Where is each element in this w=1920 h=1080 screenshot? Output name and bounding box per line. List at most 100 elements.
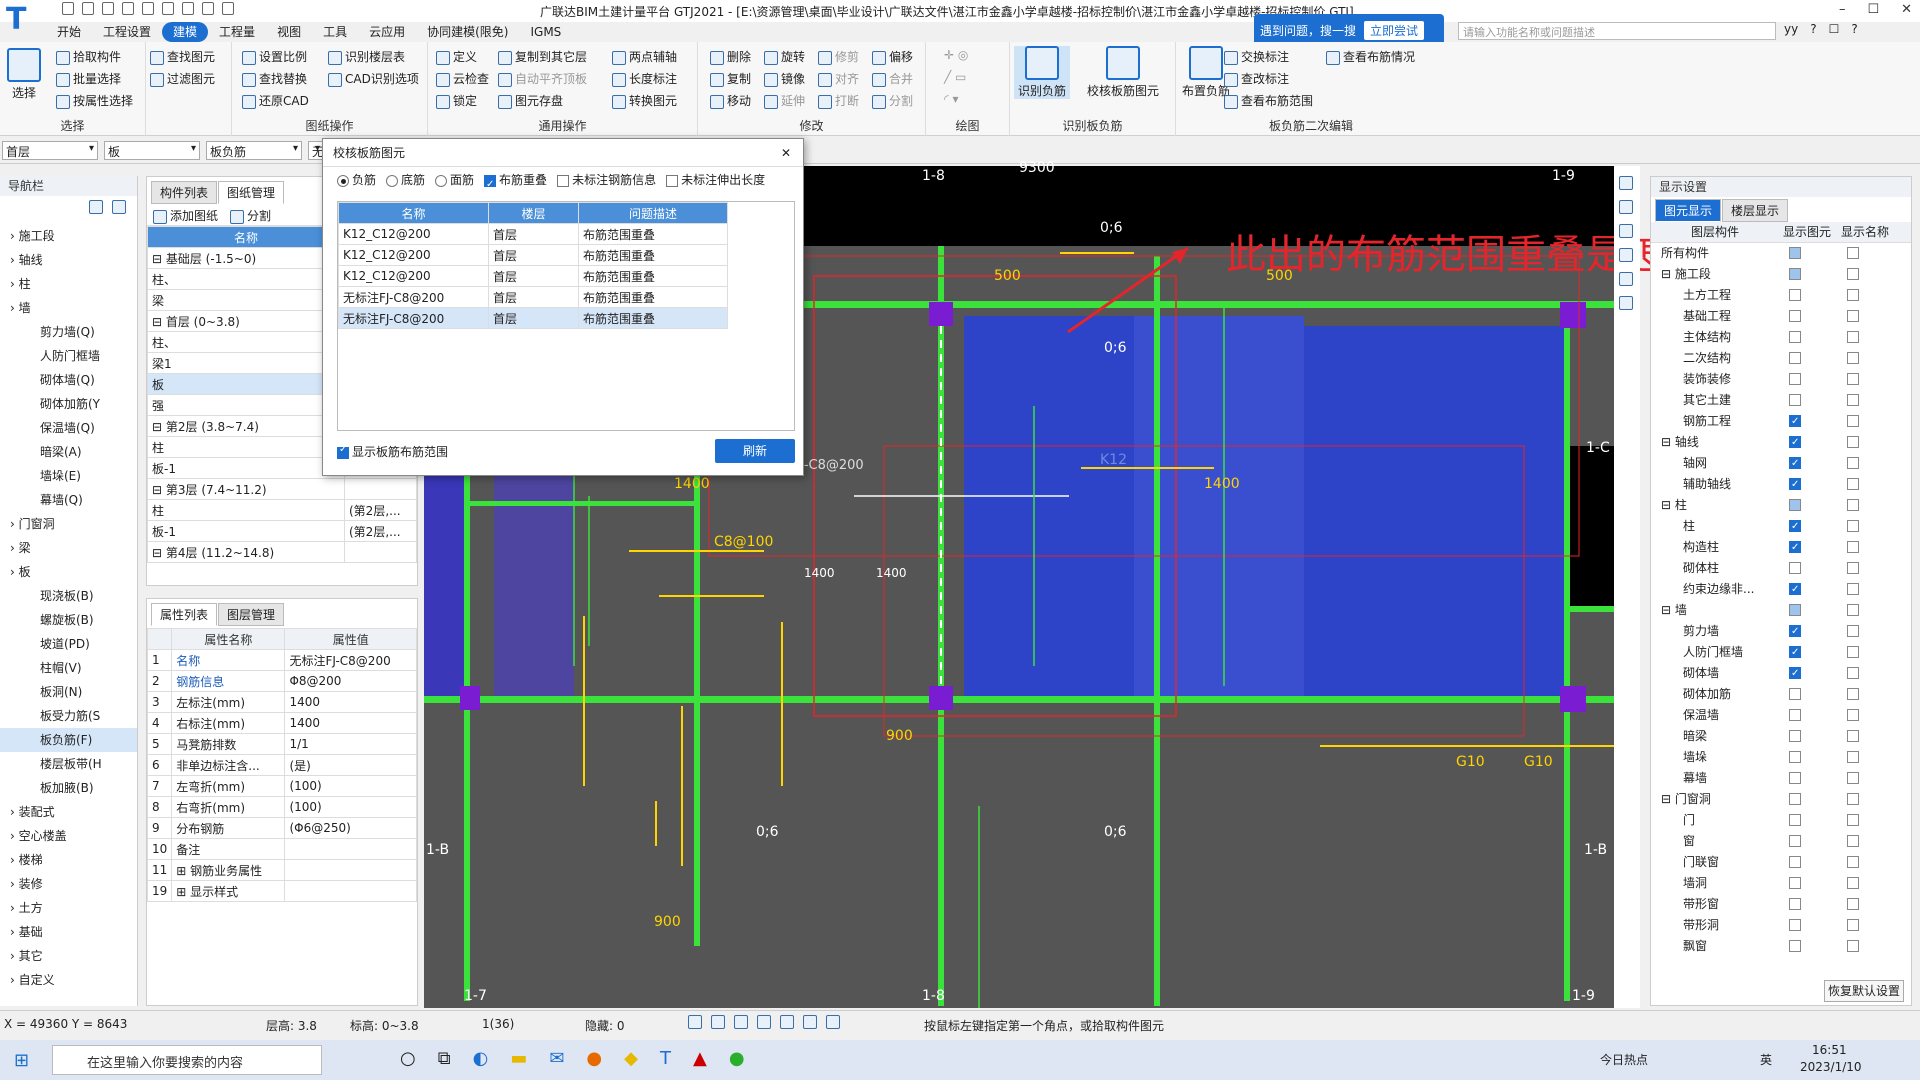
task-view-icon[interactable]: ⧉ (438, 1048, 451, 1069)
show-element-checkbox[interactable] (1789, 919, 1801, 931)
refresh-button[interactable]: 刷新 (715, 439, 795, 463)
nav-subitem[interactable]: 剪力墙(Q) (0, 320, 137, 344)
help-icon[interactable]: ? (1810, 22, 1816, 36)
show-name-checkbox[interactable] (1847, 835, 1859, 847)
property-row[interactable]: 4 右标注(mm) 1400 (146, 712, 417, 734)
tab-floor-display[interactable]: 楼层显示 (1722, 199, 1789, 222)
try-now-button[interactable]: 立即尝试 (1364, 20, 1425, 40)
show-element-checkbox[interactable] (1789, 621, 1801, 642)
display-row[interactable]: ⊟ 轴线 (1651, 432, 1911, 453)
drawing-row[interactable]: ⊟ 第3层 (7.4~11.2) (147, 478, 417, 500)
nav-category[interactable]: › 施工段 (0, 224, 137, 248)
close-button[interactable]: ✕ (1901, 2, 1912, 17)
tab-property-list[interactable]: 属性列表 (151, 603, 218, 626)
zoom-icon[interactable] (1618, 272, 1633, 286)
redo-icon[interactable] (142, 2, 154, 15)
show-element-checkbox[interactable] (1789, 499, 1801, 511)
floor-select[interactable]: 首层 (2, 141, 98, 160)
app-icon[interactable]: ◆ (624, 1048, 638, 1069)
display-row[interactable]: ⊟ 施工段 (1651, 264, 1911, 285)
swap-label-button[interactable]: 交换标注 (1224, 48, 1289, 65)
show-name-checkbox[interactable] (1847, 562, 1859, 574)
display-row[interactable]: ⊟ 门窗洞 (1651, 789, 1911, 810)
view-layout-button[interactable]: 查看布筋情况 (1326, 48, 1415, 65)
break-button[interactable]: 打断 (818, 92, 859, 109)
menu-0[interactable]: 开始 (46, 22, 92, 42)
show-element-checkbox[interactable] (1789, 394, 1801, 406)
nav-subitem[interactable]: 现浇板(B) (0, 584, 137, 608)
firefox-icon[interactable]: ● (586, 1048, 602, 1069)
display-row[interactable]: 飘窗 (1651, 936, 1911, 957)
show-element-checkbox[interactable] (1789, 310, 1801, 322)
property-row[interactable]: 11 ⊞ 钢筋业务属性 (146, 859, 417, 881)
display-row[interactable]: ⊟ 柱 (1651, 495, 1911, 516)
nav-subitem[interactable]: 板洞(N) (0, 680, 137, 704)
arc-draw-icon[interactable]: ◜ ▾ (944, 92, 958, 106)
radio-negative[interactable]: 负筋 (337, 167, 376, 193)
cross-icon[interactable] (734, 1015, 748, 1029)
user-name[interactable]: yy (1784, 22, 1798, 36)
nav-subitem[interactable]: 坡道(PD) (0, 632, 137, 656)
quick-access-toolbar[interactable] (62, 2, 234, 20)
split-drawing-button[interactable]: 分割 (230, 207, 271, 224)
tray-lang[interactable]: 英 (1760, 1051, 1772, 1068)
batch-select-button[interactable]: 批量选择 (56, 70, 121, 87)
clock-time[interactable]: 16:51 (1812, 1043, 1847, 1057)
nav-category[interactable]: › 土方 (0, 896, 137, 920)
cad-options-button[interactable]: CAD识别选项 (328, 70, 419, 87)
nav-subitem[interactable]: 墙垛(E) (0, 464, 137, 488)
show-element-checkbox[interactable] (1789, 516, 1801, 537)
settings-icon[interactable] (182, 2, 194, 15)
edit-label-button[interactable]: 查改标注 (1224, 70, 1289, 87)
select-button[interactable]: 选择 (6, 48, 42, 101)
property-row[interactable]: 5 马凳筋排数 1/1 (146, 733, 417, 755)
display-row[interactable]: 辅助轴线 (1651, 474, 1911, 495)
clock-date[interactable]: 2023/1/10 (1800, 1060, 1862, 1074)
offset-button[interactable]: 偏移 (872, 48, 913, 65)
lock-button[interactable]: 锁定 (436, 92, 477, 109)
drawing-row[interactable]: 柱 (第2层,... (147, 499, 417, 521)
nav-subitem[interactable]: 保温墙(Q) (0, 416, 137, 440)
show-element-checkbox[interactable] (1789, 814, 1801, 826)
nav-subitem[interactable]: 幕墙(Q) (0, 488, 137, 512)
nav-subitem[interactable]: 螺旋板(B) (0, 608, 137, 632)
show-element-checkbox[interactable] (1789, 331, 1801, 343)
nav-subitem[interactable]: 砌体加筋(Y (0, 392, 137, 416)
restore-default-button[interactable]: 恢复默认设置 (1824, 980, 1904, 1002)
offset-snap-icon[interactable] (780, 1015, 794, 1029)
subtype-select[interactable]: 板负筋 (206, 141, 302, 160)
property-row[interactable]: 19 ⊞ 显示样式 (146, 880, 417, 902)
list-view-icon[interactable] (89, 200, 103, 214)
show-name-checkbox[interactable] (1847, 268, 1859, 280)
nav-category[interactable]: › 其它 (0, 944, 137, 968)
display-row[interactable]: 柱 (1651, 516, 1911, 537)
property-row[interactable]: 8 右弯折(mm) (100) (146, 796, 417, 818)
print-icon[interactable] (162, 2, 174, 15)
define-button[interactable]: 定义 (436, 48, 477, 65)
check-no-rebar-info[interactable]: 未标注钢筋信息 (557, 167, 656, 193)
display-row[interactable]: 钢筋工程 (1651, 411, 1911, 432)
tab-drawing-manage[interactable]: 图纸管理 (218, 181, 285, 204)
dialog-result-row[interactable]: K12_C12@200 首层 布筋范围重叠 (338, 223, 728, 245)
menu-7[interactable]: 协同建模(限免) (416, 22, 519, 42)
menu-2[interactable]: 建模 (162, 22, 209, 42)
radio-top[interactable]: 面筋 (435, 167, 474, 193)
copy-to-floor-button[interactable]: 复制到其它层 (498, 48, 587, 65)
copy-button[interactable]: 复制 (710, 70, 751, 87)
ortho-icon[interactable] (688, 1015, 702, 1029)
dialog-result-row[interactable]: 无标注FJ-C8@200 首层 布筋范围重叠 (338, 307, 728, 329)
show-element-checkbox[interactable] (1789, 709, 1801, 721)
move-button[interactable]: 移动 (710, 92, 751, 109)
nav-category[interactable]: › 楼梯 (0, 848, 137, 872)
show-name-checkbox[interactable] (1847, 814, 1859, 826)
display-row[interactable]: 暗梁 (1651, 726, 1911, 747)
radio-bottom[interactable]: 底筋 (386, 167, 425, 193)
check-overlap[interactable]: 布筋重叠 (484, 167, 547, 198)
show-element-checkbox[interactable] (1789, 579, 1801, 600)
show-element-checkbox[interactable] (1789, 877, 1801, 889)
save-icon[interactable] (102, 2, 114, 15)
display-row[interactable]: 装饰装修 (1651, 369, 1911, 390)
display-row[interactable]: 所有构件 (1651, 243, 1911, 264)
display-row[interactable]: 主体结构 (1651, 327, 1911, 348)
show-name-checkbox[interactable] (1847, 499, 1859, 511)
